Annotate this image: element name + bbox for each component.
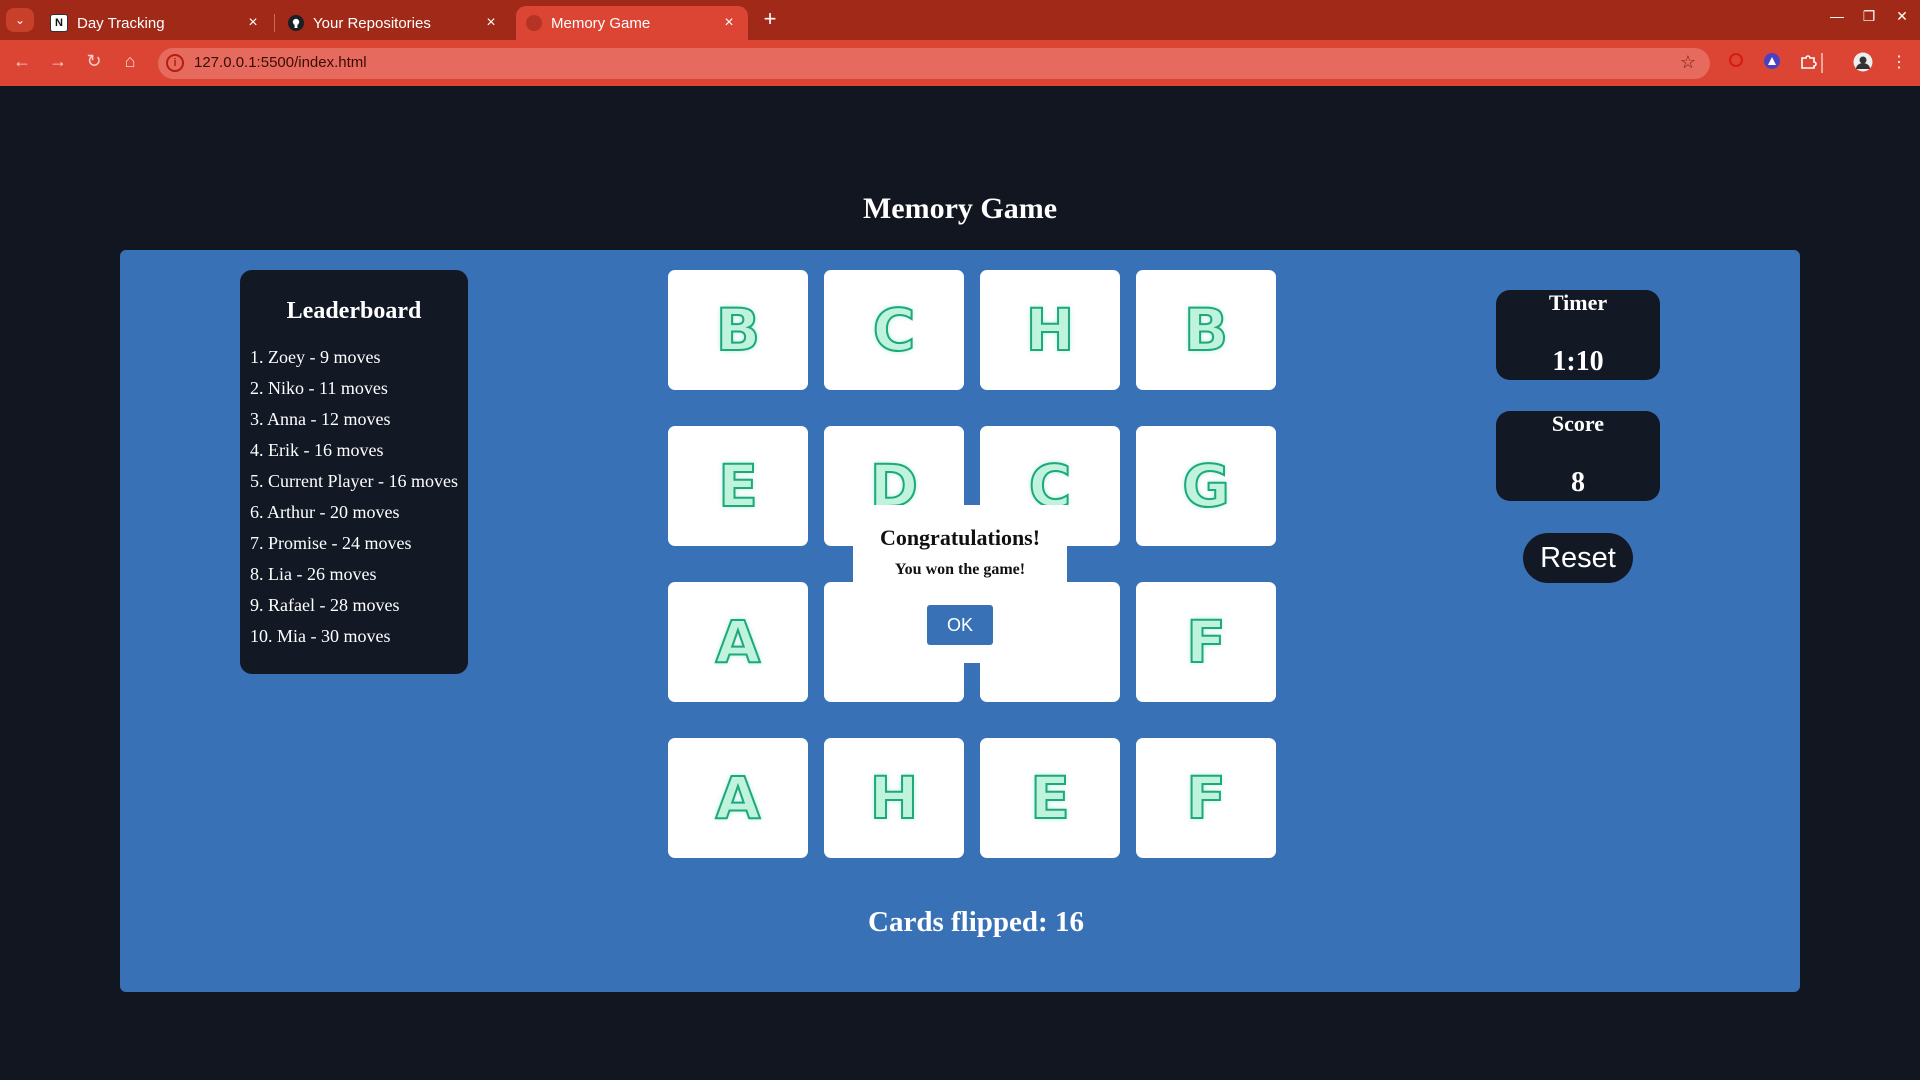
card-letter: A xyxy=(715,607,762,677)
memory-card[interactable]: B xyxy=(1136,270,1276,390)
home-icon[interactable]: ⌂ xyxy=(118,51,142,72)
card-letter: A xyxy=(715,763,762,833)
new-tab-button[interactable]: + xyxy=(758,6,782,32)
ok-button[interactable]: OK xyxy=(927,605,993,645)
memory-card[interactable]: H xyxy=(824,738,964,858)
memory-card[interactable]: A xyxy=(668,582,808,702)
close-icon[interactable]: × xyxy=(720,14,738,32)
card-letter: F xyxy=(1185,763,1227,833)
dialog-title: Congratulations! xyxy=(879,525,1041,550)
extension-compass-icon[interactable] xyxy=(1761,52,1783,74)
card-letter: H xyxy=(1025,295,1076,365)
win-dialog: Congratulations! You won the game! OK xyxy=(853,505,1067,663)
memory-card[interactable]: F xyxy=(1136,738,1276,858)
card-letter: E xyxy=(717,451,759,521)
leaderboard-entry: 4. Erik - 16 moves xyxy=(250,440,384,460)
profile-avatar[interactable] xyxy=(1852,52,1874,74)
leaderboard-entry: 9. Rafael - 28 moves xyxy=(250,595,400,615)
score-value: 8 xyxy=(1571,467,1585,498)
leaderboard-entry: 1. Zoey - 9 moves xyxy=(250,347,381,367)
score-box: Score 8 xyxy=(1496,411,1660,501)
card-letter: B xyxy=(715,295,761,365)
back-icon[interactable]: ← xyxy=(10,51,34,72)
globe-icon xyxy=(526,15,542,31)
extension-record-icon[interactable] xyxy=(1725,52,1747,74)
close-icon[interactable]: × xyxy=(244,14,262,32)
leaderboard-entry: 7. Promise - 24 moves xyxy=(250,533,412,553)
minimize-icon[interactable]: — xyxy=(1827,8,1847,24)
leaderboard-title: Leaderboard xyxy=(286,298,422,324)
leaderboard-entry: 8. Lia - 26 moves xyxy=(250,564,377,584)
browser-tab-strip: ⌄ N Day Tracking × Your Repositories × M… xyxy=(0,0,1920,40)
card-letter: F xyxy=(1185,607,1227,677)
timer-value: 1:10 xyxy=(1552,346,1604,377)
card-letter: C xyxy=(872,295,917,365)
toolbar-divider xyxy=(1821,53,1823,73)
timer-label: Timer xyxy=(1548,290,1608,315)
leaderboard: Leaderboard 1. Zoey - 9 moves 2. Niko - … xyxy=(240,270,468,674)
page-title: Memory Game xyxy=(862,192,1058,225)
score-label: Score xyxy=(1551,411,1605,436)
card-letter: H xyxy=(869,763,920,833)
memory-card[interactable]: E xyxy=(980,738,1120,858)
url-text[interactable]: 127.0.0.1:5500/index.html xyxy=(194,54,367,71)
memory-card[interactable]: B xyxy=(668,270,808,390)
restore-icon[interactable]: ❐ xyxy=(1859,8,1879,25)
timer-box: Timer 1:10 xyxy=(1496,290,1660,380)
tab-search-button[interactable]: ⌄ xyxy=(6,8,34,32)
leaderboard-entry: 2. Niko - 11 moves xyxy=(250,378,388,398)
tab-memory-game[interactable]: Memory Game × xyxy=(516,6,748,40)
reset-button[interactable]: Reset xyxy=(1523,533,1633,583)
leaderboard-entry: 3. Anna - 12 moves xyxy=(250,409,391,429)
leaderboard-entry: 10. Mia - 30 moves xyxy=(250,626,391,646)
close-icon[interactable]: × xyxy=(482,14,500,32)
close-window-icon[interactable]: ✕ xyxy=(1892,8,1912,25)
memory-card[interactable]: C xyxy=(824,270,964,390)
card-letter: G xyxy=(1181,451,1231,521)
reload-icon[interactable]: ↻ xyxy=(82,51,106,72)
chevron-down-icon: ⌄ xyxy=(14,13,26,27)
game-panel: Leaderboard 1. Zoey - 9 moves 2. Niko - … xyxy=(120,250,1800,992)
tab-title: Day Tracking xyxy=(77,14,165,32)
tab-day-tracking[interactable]: N Day Tracking × xyxy=(40,6,272,40)
kebab-menu-icon[interactable]: ⋮ xyxy=(1888,52,1910,74)
notion-icon: N xyxy=(50,14,68,32)
tab-your-repositories[interactable]: Your Repositories × xyxy=(278,6,510,40)
cards-flipped-counter: Cards flipped: 16 xyxy=(868,906,1084,938)
github-icon xyxy=(288,15,304,31)
leaderboard-entry: 5. Current Player - 16 moves xyxy=(250,471,458,491)
memory-card[interactable]: F xyxy=(1136,582,1276,702)
extensions-puzzle-icon[interactable] xyxy=(1797,52,1819,74)
memory-card[interactable]: H xyxy=(980,270,1120,390)
leaderboard-entry: 6. Arthur - 20 moves xyxy=(250,502,400,522)
card-letter: B xyxy=(1183,295,1229,365)
tab-title: Your Repositories xyxy=(313,14,431,32)
leaderboard-list: 1. Zoey - 9 moves 2. Niko - 11 moves 3. … xyxy=(250,342,458,652)
memory-card[interactable]: E xyxy=(668,426,808,546)
dialog-message: You won the game! xyxy=(894,561,1026,578)
site-info-icon[interactable]: i xyxy=(166,54,184,72)
bookmark-star-icon[interactable]: ☆ xyxy=(1680,52,1696,73)
memory-card[interactable]: G xyxy=(1136,426,1276,546)
forward-icon[interactable]: → xyxy=(46,51,70,72)
browser-toolbar: ← → ↻ ⌂ i 127.0.0.1:5500/index.html ☆ ⋮ xyxy=(0,40,1920,86)
memory-card[interactable]: A xyxy=(668,738,808,858)
tab-title: Memory Game xyxy=(551,14,651,32)
address-bar[interactable]: i 127.0.0.1:5500/index.html ☆ xyxy=(158,48,1710,79)
tab-divider xyxy=(274,14,275,32)
card-letter: E xyxy=(1029,763,1071,833)
